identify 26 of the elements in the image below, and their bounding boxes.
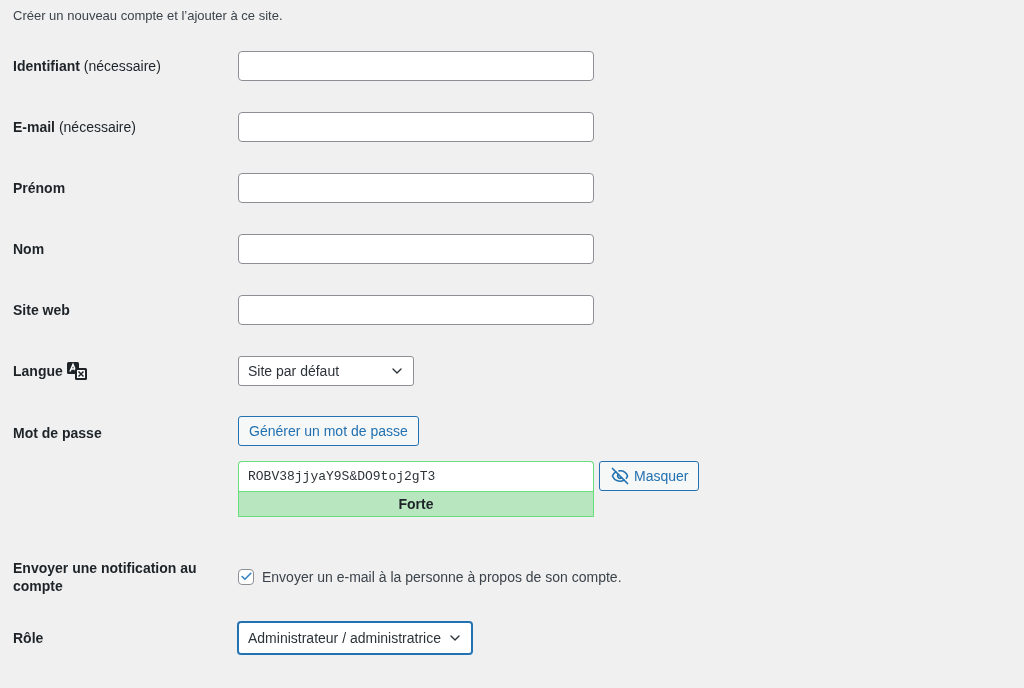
password-field[interactable]: ROBV38jjyaY9S&DO9toj2gT3 bbox=[238, 461, 594, 491]
dropdown[interactable]: Administrateur / administratrice bbox=[238, 621, 472, 654]
checkmark-icon bbox=[239, 570, 253, 583]
field-label: Prénom bbox=[13, 178, 66, 197]
field-label: Rôle bbox=[13, 628, 44, 647]
checkbox[interactable] bbox=[238, 568, 254, 585]
input-field[interactable] bbox=[238, 111, 594, 142]
password-strength-meter: Forte bbox=[238, 491, 594, 517]
input-field[interactable] bbox=[238, 172, 594, 203]
input-field[interactable] bbox=[238, 294, 594, 325]
generate-password-button[interactable]: Générer un mot de passe bbox=[238, 416, 419, 446]
input-field[interactable] bbox=[238, 233, 594, 264]
field-label: Identifiant (nécessaire) bbox=[13, 56, 161, 75]
dropdown[interactable]: Site par défaut bbox=[238, 355, 414, 386]
field-label: Envoyer une notification au compte bbox=[13, 558, 198, 595]
hide-password-button[interactable]: Masquer bbox=[599, 461, 700, 491]
field-label: E-mail (nécessaire) bbox=[13, 117, 136, 136]
field-label: Site web bbox=[13, 300, 70, 319]
translation-icon bbox=[66, 361, 87, 380]
input-field[interactable] bbox=[238, 50, 594, 81]
field-label: Langue bbox=[13, 361, 63, 380]
checkbox-label: Envoyer un e-mail à la personne à propos de son compte. bbox=[262, 568, 622, 585]
field-label: Mot de passe bbox=[13, 424, 102, 442]
eye-slash-icon bbox=[610, 467, 630, 485]
field-label: Nom bbox=[13, 239, 45, 258]
intro-text: Créer un nouveau compte et l’ajouter à ce site. bbox=[13, 8, 283, 24]
